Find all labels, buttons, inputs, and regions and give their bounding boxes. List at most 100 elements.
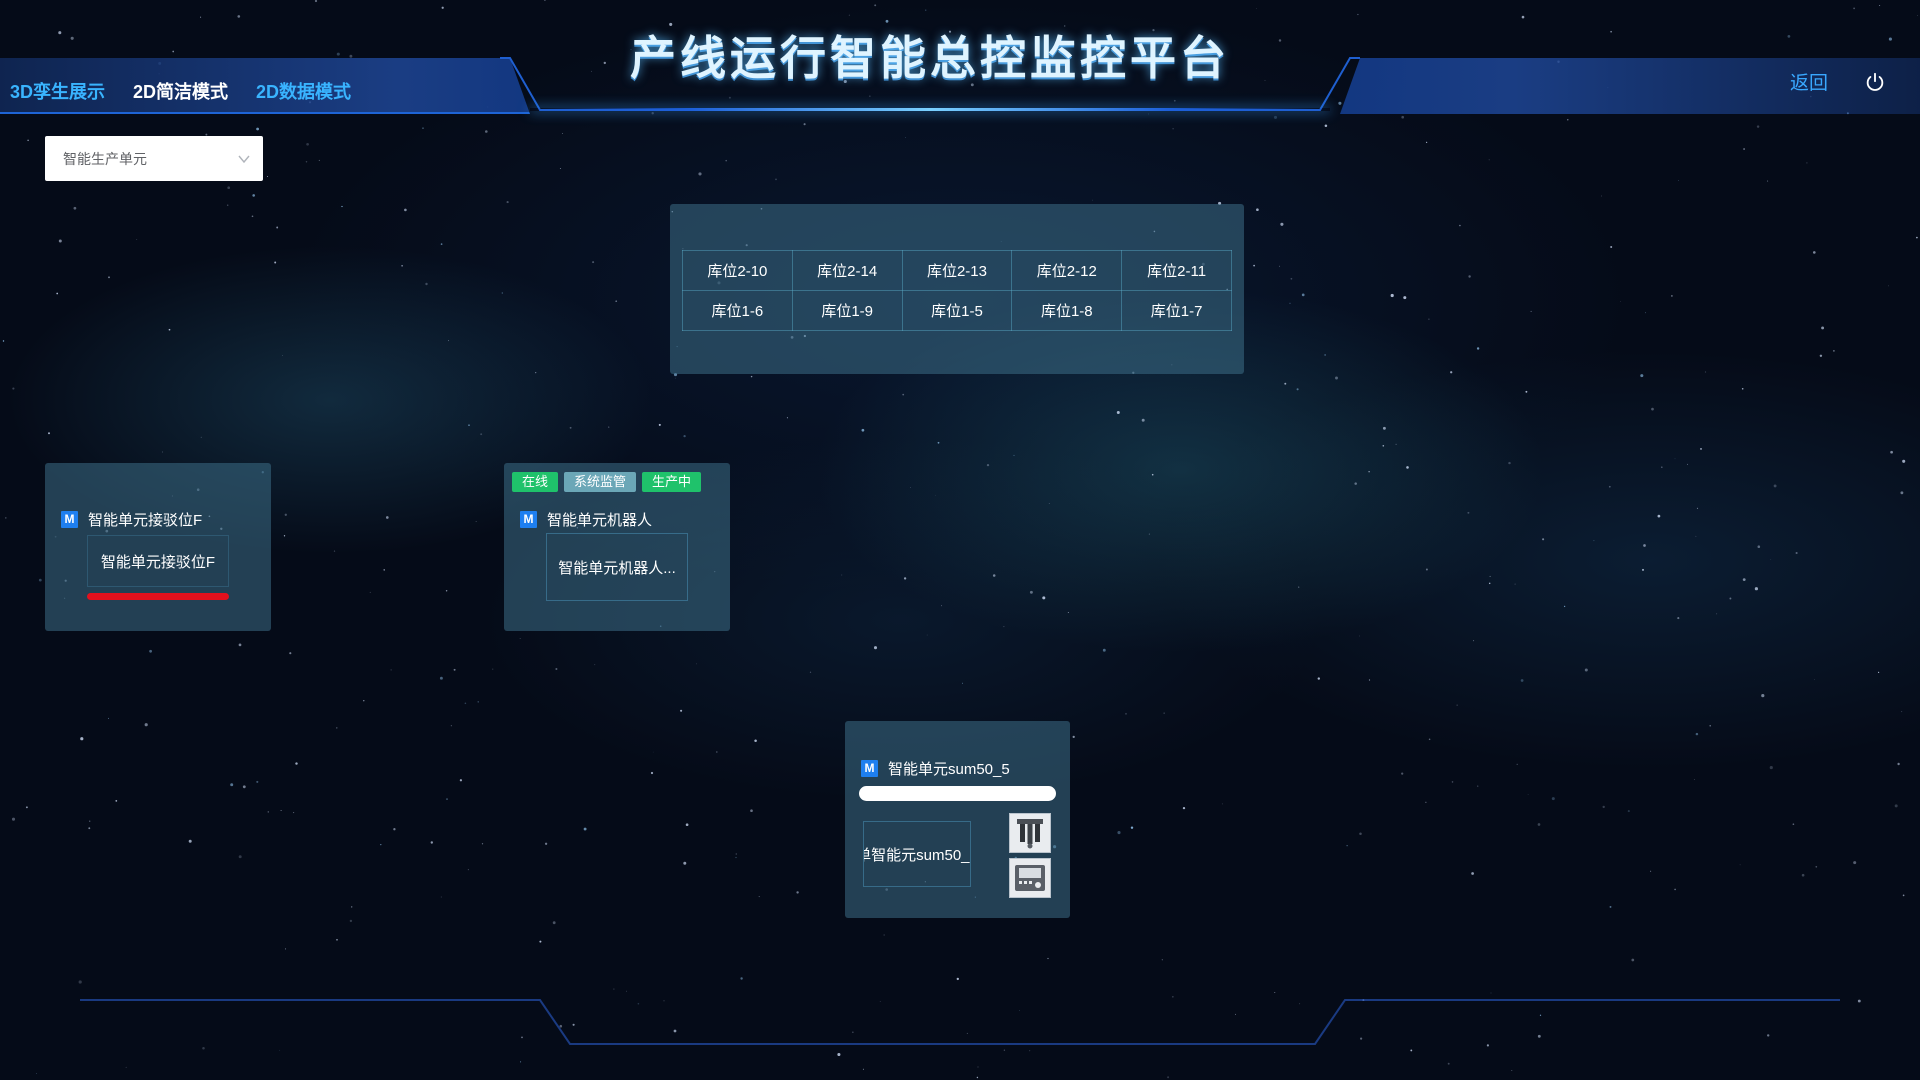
star (1888, 37, 1892, 41)
star (1406, 466, 1409, 469)
star (841, 574, 843, 576)
star (1916, 14, 1918, 16)
tab-3d-twin[interactable]: 3D孪生展示 (10, 78, 105, 104)
star (1324, 124, 1328, 127)
star (1742, 578, 1746, 581)
unit-card-sum50[interactable]: M 智能单元sum50_5 0% 单智能元sum50_5 (845, 721, 1070, 918)
star (78, 980, 82, 984)
star (976, 1076, 979, 1079)
star (1584, 668, 1588, 672)
star (1428, 738, 1431, 741)
star (583, 827, 587, 831)
star (1102, 648, 1106, 652)
star (1792, 823, 1795, 826)
back-button[interactable]: 返回 (1790, 68, 1828, 95)
star (650, 771, 654, 775)
robot-gripper-icon[interactable] (1009, 813, 1051, 853)
star (1301, 293, 1305, 297)
star (674, 377, 676, 379)
device-box[interactable]: 单智能元sum50_5 (863, 821, 971, 887)
star (740, 977, 743, 980)
storage-row: 库位2-10 库位2-14 库位2-13 库位2-12 库位2-11 (682, 250, 1232, 291)
star (1382, 445, 1385, 447)
star (1853, 861, 1857, 865)
star (1182, 806, 1186, 810)
storage-row: 库位1-6 库位1-9 库位1-5 库位1-8 库位1-7 (682, 290, 1232, 331)
star (276, 226, 279, 229)
star (1693, 779, 1695, 780)
star (1148, 533, 1150, 535)
storage-cell[interactable]: 库位1-7 (1121, 290, 1232, 331)
star (1766, 1034, 1770, 1037)
star (281, 354, 283, 356)
star (440, 243, 443, 245)
star (1450, 371, 1453, 374)
power-icon[interactable] (1864, 71, 1886, 93)
unit-type-select[interactable]: 智能生产单元 (45, 136, 263, 181)
star (1048, 502, 1050, 505)
star (1754, 587, 1758, 591)
star (1029, 590, 1033, 594)
unit-card-docking[interactable]: M 智能单元接驳位F 智能单元接驳位F (45, 463, 271, 631)
storage-cell[interactable]: 库位1-9 (791, 290, 903, 331)
star (27, 139, 29, 142)
star (750, 809, 753, 813)
storage-cell[interactable]: 库位2-14 (791, 250, 903, 291)
star (879, 1001, 881, 1002)
star (555, 667, 558, 671)
star (1627, 810, 1630, 813)
star (1609, 905, 1612, 908)
star (283, 535, 286, 537)
star (1757, 545, 1761, 548)
star (136, 239, 138, 240)
star (5, 517, 7, 519)
tab-2d-data[interactable]: 2D数据模式 (256, 78, 351, 104)
storage-cell[interactable]: 库位1-8 (1011, 290, 1123, 331)
device-box[interactable]: 智能单元接驳位F (87, 535, 229, 587)
star (1900, 491, 1904, 495)
star (448, 340, 450, 342)
star (237, 15, 241, 18)
storage-cell[interactable]: 库位2-11 (1121, 250, 1232, 291)
star (1490, 992, 1492, 994)
machine-panel-icon[interactable] (1009, 858, 1051, 898)
star (966, 1032, 968, 1034)
star (12, 387, 15, 390)
tab-2d-simple[interactable]: 2D简洁模式 (133, 78, 228, 104)
star (696, 663, 698, 665)
storage-cell[interactable]: 库位2-13 (901, 250, 1013, 291)
star (1729, 597, 1732, 600)
storage-grid: 库位2-10 库位2-14 库位2-13 库位2-12 库位2-11 库位1-6… (682, 250, 1232, 331)
status-bar-alarm (87, 593, 229, 600)
star (107, 717, 110, 719)
storage-cell[interactable]: 库位2-10 (682, 250, 793, 291)
storage-cell[interactable]: 库位1-6 (682, 290, 793, 331)
star (56, 292, 59, 295)
device-box[interactable]: 智能单元机器人... (546, 533, 688, 601)
unit-title: 智能单元接驳位F (88, 512, 203, 529)
star (1761, 694, 1765, 698)
star (1390, 293, 1394, 298)
star (1640, 374, 1644, 378)
star (318, 159, 320, 161)
star (1593, 540, 1595, 542)
star (1651, 407, 1654, 411)
star (903, 577, 907, 580)
star (1488, 582, 1491, 585)
star (1425, 141, 1428, 144)
bottom-frame (80, 999, 1840, 1045)
star (453, 668, 456, 671)
star (1335, 376, 1338, 380)
status-tags: 在线 系统监管 生产中 (512, 472, 702, 492)
storage-cell[interactable]: 库位2-12 (1011, 250, 1123, 291)
unit-card-robot[interactable]: 在线 系统监管 生产中 M 智能单元机器人 智能单元机器人... (504, 463, 730, 631)
star (267, 176, 268, 177)
star (1537, 823, 1541, 826)
star (1650, 870, 1652, 872)
device-label: 单智能元sum50_5 (864, 846, 970, 864)
star (1695, 535, 1697, 537)
star (363, 700, 365, 702)
storage-cell[interactable]: 库位1-5 (901, 290, 1013, 331)
star (450, 725, 452, 727)
star (305, 161, 308, 163)
